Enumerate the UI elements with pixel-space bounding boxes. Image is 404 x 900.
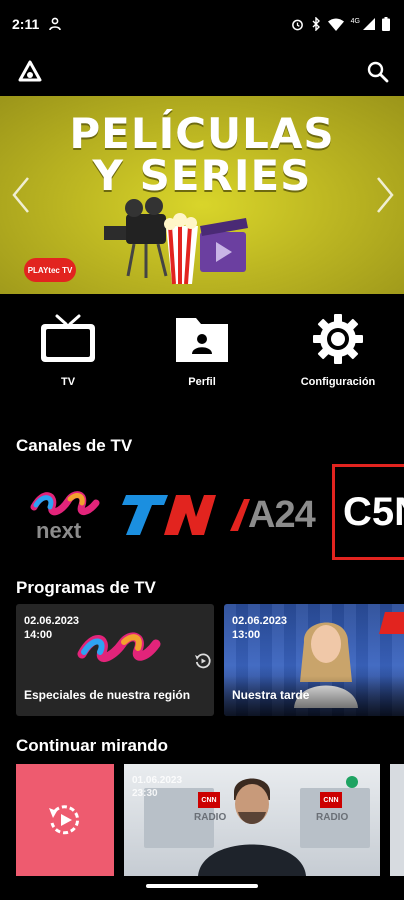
account-status-icon (49, 17, 62, 31)
alarm-icon (291, 19, 303, 30)
program-date-day: 02.06.2023 (232, 615, 288, 627)
continue-program-card[interactable]: CNN CNN RADIO RADIO 01.06.2023 23:30 (124, 764, 380, 876)
replay-icon[interactable] (194, 652, 212, 670)
brand-logo: PLAYtec TV (24, 258, 76, 282)
program-title: Nuestra tarde (232, 688, 310, 702)
promo-banner[interactable]: PELÍCULAS Y SERIES PLAYtec TV (0, 96, 404, 294)
home-indicator[interactable] (146, 884, 258, 888)
continue-section-title: Continuar mirando (16, 736, 169, 755)
app-logo-icon[interactable] (16, 59, 44, 85)
banner-next-arrow[interactable] (374, 176, 396, 214)
banner-title-line2: Y SERIES (92, 151, 312, 200)
radio-label-right: RADIO (316, 812, 349, 823)
signal-icon (363, 18, 375, 30)
quick-action-profile[interactable]: Perfil (147, 312, 257, 388)
banner-title-line1: PELÍCULAS (69, 109, 335, 158)
battery-icon (382, 17, 390, 31)
quick-action-tv[interactable]: TV (13, 312, 123, 388)
wifi-icon (327, 18, 344, 31)
presenter-image (198, 778, 306, 876)
channel-next[interactable]: next (30, 470, 104, 560)
status-time: 2:11 (12, 16, 40, 32)
quick-action-label: TV (60, 376, 76, 388)
tn-logo-icon (122, 495, 216, 535)
cnn-logo-right: CNN (320, 792, 342, 808)
search-icon[interactable] (366, 60, 390, 84)
profile-folder-icon (176, 318, 228, 362)
program-card[interactable]: 02.06.2023 14:00 Especiales de nuestra r… (16, 604, 214, 716)
banner-prev-arrow[interactable] (10, 176, 32, 214)
continue-date: 01.06.2023 23:30 (132, 774, 182, 800)
tv-icon (41, 314, 95, 362)
replay-icon (49, 805, 80, 835)
program-title: Especiales de nuestra región (24, 688, 191, 702)
channel-a24[interactable]: A24 (228, 470, 322, 560)
quick-action-label: Perfil (188, 376, 216, 388)
app-header (0, 48, 404, 96)
quick-action-label: Configuración (300, 376, 376, 388)
channel-name: C5N (343, 489, 404, 534)
a24-logo-icon (230, 499, 250, 531)
movie-props-illustration (104, 197, 248, 285)
program-time: 14:00 (24, 629, 53, 641)
channel-name: next (36, 518, 82, 543)
gear-icon (313, 314, 363, 364)
program-card[interactable]: 02.06.2023 13:00 Nuestra tarde (224, 604, 404, 716)
channels-section-title: Canales de TV (16, 436, 133, 455)
program-channel-logo-icon (77, 632, 161, 662)
channel-name: A24 (248, 493, 316, 536)
continue-program-card-next[interactable] (390, 764, 404, 876)
live-indicator (346, 776, 358, 788)
program-date: 02.06.2023 13:00 (232, 614, 287, 642)
continue-date-day: 01.06.2023 (132, 775, 183, 786)
status-bar: 2:11 4G (0, 0, 404, 48)
quick-action-settings[interactable]: Configuración (283, 312, 393, 388)
programs-section-title: Programas de TV (16, 578, 156, 597)
program-date-day: 02.06.2023 (24, 615, 80, 627)
program-date: 02.06.2023 14:00 (24, 614, 79, 642)
channel-c5n[interactable]: C5N (332, 464, 404, 560)
continue-time: 23:30 (132, 788, 158, 799)
bluetooth-icon (312, 17, 320, 31)
channel-tn[interactable]: TN (120, 470, 216, 560)
network-type: 4G (350, 17, 360, 25)
continue-replay-card[interactable] (16, 764, 114, 876)
program-time: 13:00 (232, 629, 261, 641)
